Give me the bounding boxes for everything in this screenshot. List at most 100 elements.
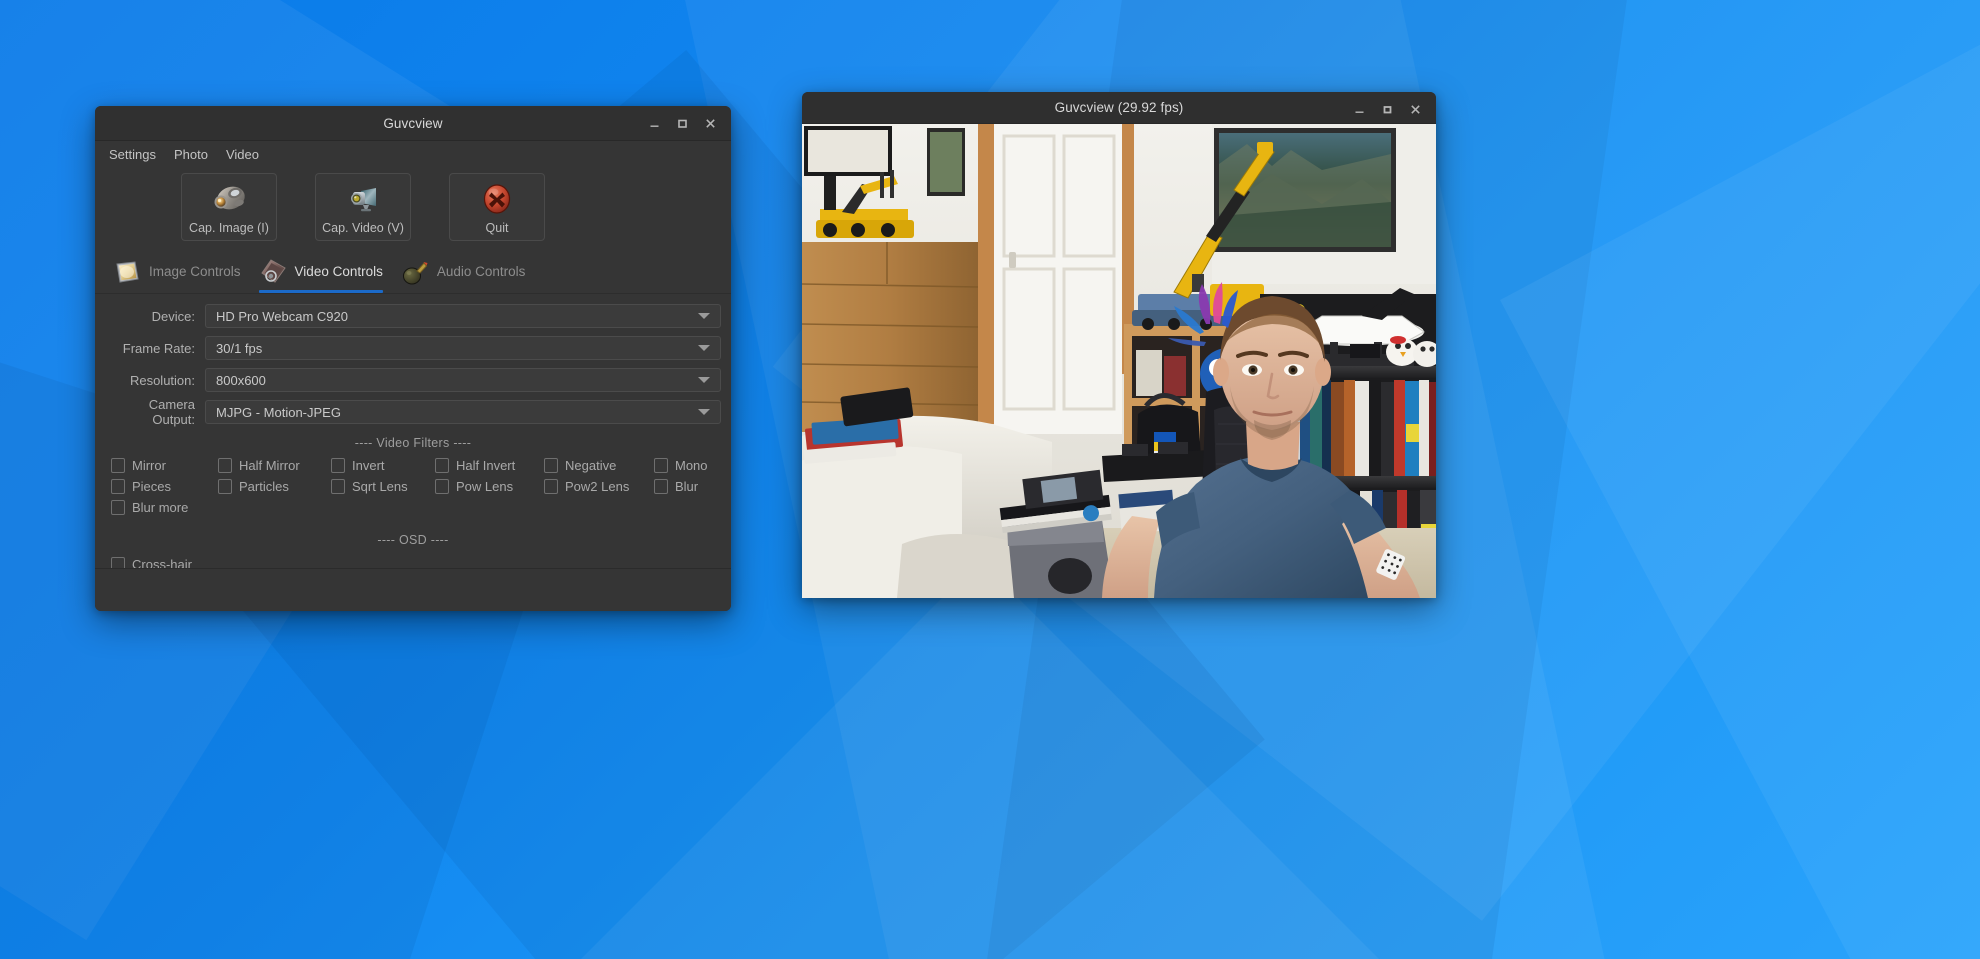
menu-photo[interactable]: Photo [166, 144, 216, 165]
video-titlebar[interactable]: Guvcview (29.92 fps) [802, 92, 1436, 124]
video-preview-area[interactable] [802, 124, 1436, 598]
chevron-down-icon [698, 409, 710, 415]
checkbox-blur[interactable]: Blur [654, 479, 721, 494]
guvcview-video-window: Guvcview (29.92 fps) [802, 92, 1436, 598]
osd-options: Cross-hair [105, 557, 721, 568]
chevron-down-icon [698, 377, 710, 383]
main-window-title: Guvcview [383, 115, 443, 131]
checkbox-box[interactable] [111, 458, 125, 473]
tab-image-controls[interactable]: Image Controls [109, 251, 255, 293]
tabstrip: Image Controls Video Controls Audio Cont… [95, 251, 731, 294]
checkbox-negative[interactable]: Negative [544, 458, 654, 473]
menubar: Settings Photo Video [95, 141, 731, 167]
chevron-down-icon [698, 345, 710, 351]
checkbox-box[interactable] [544, 458, 558, 473]
checkbox-box[interactable] [654, 479, 668, 494]
capture-video-button[interactable]: Cap. Video (V) [315, 173, 411, 241]
menu-video[interactable]: Video [218, 144, 267, 165]
checkbox-label: Mono [675, 458, 708, 473]
frame-rate-value: 30/1 fps [216, 340, 263, 356]
checkbox-box[interactable] [111, 500, 125, 515]
checkbox-label: Pieces [132, 479, 172, 494]
device-row: Device: HD Pro Webcam C920 [105, 304, 721, 328]
tab-image-controls-label: Image Controls [149, 264, 241, 279]
checkbox-cross-hair[interactable]: Cross-hair [111, 557, 721, 568]
guvcview-control-window: Guvcview Settings Photo Video Cap. Image… [95, 106, 731, 611]
checkbox-box[interactable] [331, 458, 345, 473]
checkbox-invert[interactable]: Invert [331, 458, 435, 473]
camera-output-row: Camera Output: MJPG - Motion-JPEG [105, 397, 721, 427]
checkbox-mono[interactable]: Mono [654, 458, 721, 473]
checkbox-particles[interactable]: Particles [218, 479, 331, 494]
checkbox-pow2-lens[interactable]: Pow2 Lens [544, 479, 654, 494]
image-controls-icon [116, 260, 139, 283]
checkbox-box[interactable] [331, 479, 345, 494]
resolution-row: Resolution: 800x600 [105, 368, 721, 392]
camera-output-value: MJPG - Motion-JPEG [216, 404, 341, 420]
camera-output-select[interactable]: MJPG - Motion-JPEG [205, 400, 721, 424]
close-icon[interactable] [697, 110, 723, 136]
video-filters-heading: ---- Video Filters ---- [354, 436, 472, 450]
checkbox-half-invert[interactable]: Half Invert [435, 458, 544, 473]
checkbox-label: Mirror [132, 458, 166, 473]
menu-settings[interactable]: Settings [101, 144, 164, 165]
checkbox-label: Half Invert [456, 458, 516, 473]
checkbox-box[interactable] [111, 557, 125, 568]
resolution-label: Resolution: [129, 372, 195, 388]
maximize-icon[interactable] [669, 110, 695, 136]
tab-audio-controls-label: Audio Controls [436, 264, 526, 279]
checkbox-box[interactable] [218, 479, 232, 494]
checkbox-label: Cross-hair [132, 557, 192, 568]
video-filters-grid: Mirror Half Mirror Invert Half Invert Ne… [105, 458, 721, 515]
checkbox-pieces[interactable]: Pieces [111, 479, 218, 494]
checkbox-box[interactable] [435, 479, 449, 494]
checkbox-box[interactable] [218, 458, 232, 473]
minimize-icon[interactable] [641, 110, 667, 136]
webcam-scene [802, 124, 1436, 598]
tab-video-controls-label: Video Controls [294, 264, 383, 279]
checkbox-label: Sqrt Lens [352, 479, 408, 494]
camera-output-label: Camera Output: [148, 397, 195, 427]
checkbox-label: Blur [675, 479, 699, 494]
checkbox-label: Blur more [132, 500, 189, 515]
quit-button[interactable]: Quit [449, 173, 545, 241]
frame-rate-label: Frame Rate: [122, 340, 195, 356]
device-label: Device: [151, 308, 195, 324]
audio-controls-icon [402, 261, 428, 284]
device-select[interactable]: HD Pro Webcam C920 [205, 304, 721, 328]
checkbox-mirror[interactable]: Mirror [111, 458, 218, 473]
camera-icon [214, 186, 245, 210]
video-window-buttons [1346, 92, 1428, 126]
close-icon[interactable] [1402, 96, 1428, 122]
main-window-body: Settings Photo Video Cap. Image (I) Cap.… [95, 141, 731, 611]
checkbox-box[interactable] [544, 479, 558, 494]
main-window-buttons [641, 106, 723, 140]
checkbox-blur-more[interactable]: Blur more [111, 500, 218, 515]
quit-x-icon [483, 184, 511, 214]
video-controls-icon [260, 258, 286, 283]
main-titlebar[interactable]: Guvcview [95, 106, 731, 141]
checkbox-sqrt-lens[interactable]: Sqrt Lens [331, 479, 435, 494]
video-controls-panel: Device: HD Pro Webcam C920 Frame Rate: 3… [95, 294, 731, 568]
tab-video-controls[interactable]: Video Controls [255, 251, 397, 293]
resolution-value: 800x600 [216, 372, 266, 388]
checkbox-pow-lens[interactable]: Pow Lens [435, 479, 544, 494]
statusbar [95, 568, 731, 611]
capture-video-label: Cap. Video (V) [322, 221, 404, 235]
checkbox-box[interactable] [435, 458, 449, 473]
tab-audio-controls[interactable]: Audio Controls [397, 251, 540, 293]
minimize-icon[interactable] [1346, 96, 1372, 122]
checkbox-label: Particles [239, 479, 289, 494]
checkbox-box[interactable] [654, 458, 668, 473]
checkbox-label: Invert [352, 458, 385, 473]
frame-rate-select[interactable]: 30/1 fps [205, 336, 721, 360]
capture-image-button[interactable]: Cap. Image (I) [181, 173, 277, 241]
quit-label: Quit [485, 221, 509, 235]
checkbox-box[interactable] [111, 479, 125, 494]
maximize-icon[interactable] [1374, 96, 1400, 122]
frame-rate-row: Frame Rate: 30/1 fps [105, 336, 721, 360]
resolution-select[interactable]: 800x600 [205, 368, 721, 392]
checkbox-label: Half Mirror [239, 458, 300, 473]
camcorder-icon [351, 188, 376, 212]
checkbox-half-mirror[interactable]: Half Mirror [218, 458, 331, 473]
